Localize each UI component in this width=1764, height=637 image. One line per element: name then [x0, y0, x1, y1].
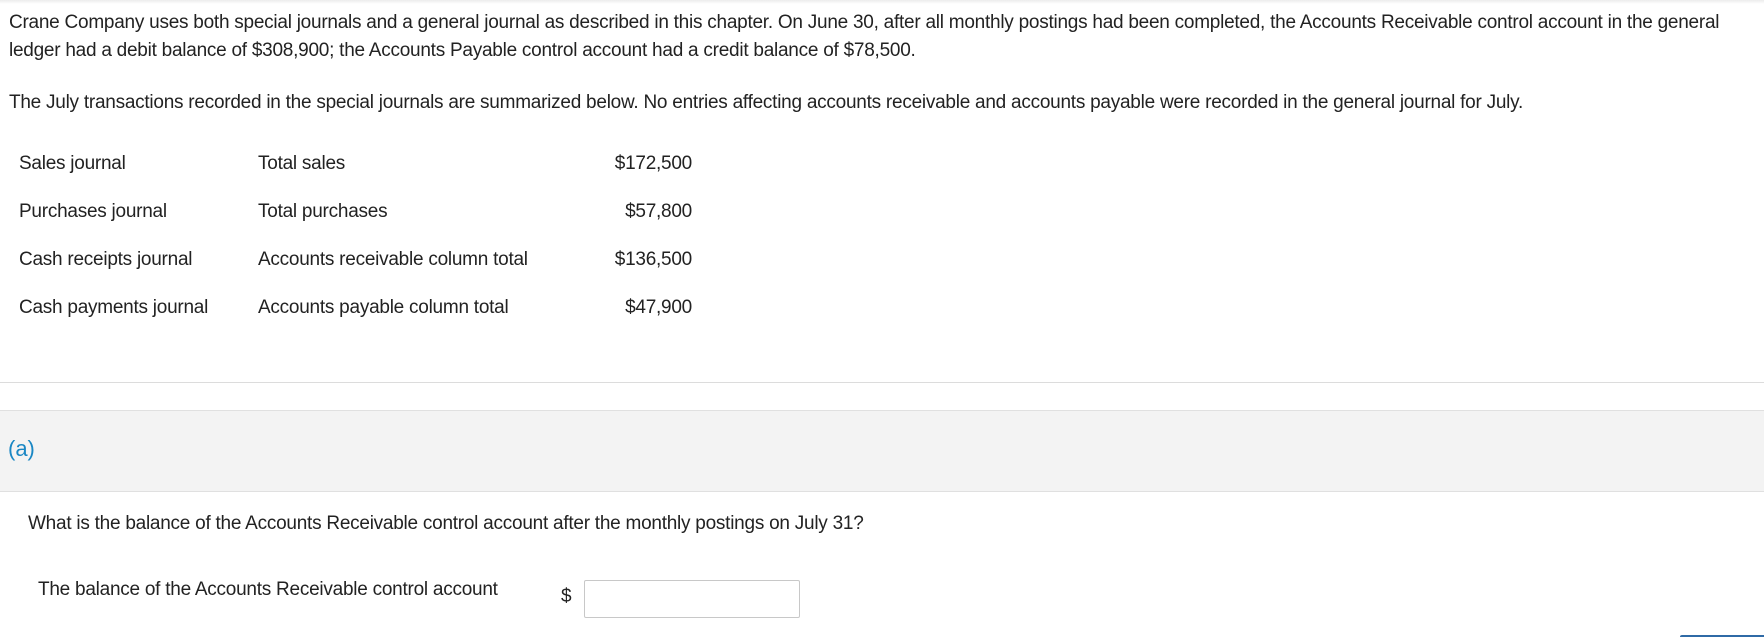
dollar-sign: $: [561, 586, 572, 607]
journal-name: Cash payments journal: [19, 297, 209, 318]
top-shadow: [0, 0, 1764, 4]
intro-paragraph-2: The July transactions recorded in the sp…: [9, 92, 1524, 113]
journal-description: Total sales: [258, 153, 346, 174]
ar-balance-input[interactable]: [584, 580, 800, 618]
part-a-header: (a): [0, 410, 1764, 492]
journal-name: Purchases journal: [19, 201, 167, 222]
journal-amount: $136,500: [614, 249, 693, 270]
part-a-question: What is the balance of the Accounts Rece…: [28, 513, 864, 534]
part-a-label: (a): [8, 436, 35, 461]
journal-amount: $172,500: [614, 153, 693, 174]
journal-description: Accounts payable column total: [258, 297, 509, 318]
journal-description: Accounts receivable column total: [258, 249, 528, 270]
problem-intro: Crane Company uses both special journals…: [9, 9, 1749, 117]
journal-description: Total purchases: [258, 201, 388, 222]
journal-name: Sales journal: [19, 153, 126, 174]
section-divider: [0, 382, 1764, 383]
journal-amount: $57,800: [625, 201, 692, 222]
intro-paragraph-1: Crane Company uses both special journals…: [9, 12, 1720, 61]
journal-name: Cash receipts journal: [19, 249, 193, 270]
answer-label: The balance of the Accounts Receivable c…: [38, 579, 498, 600]
journal-amount: $47,900: [625, 297, 692, 318]
